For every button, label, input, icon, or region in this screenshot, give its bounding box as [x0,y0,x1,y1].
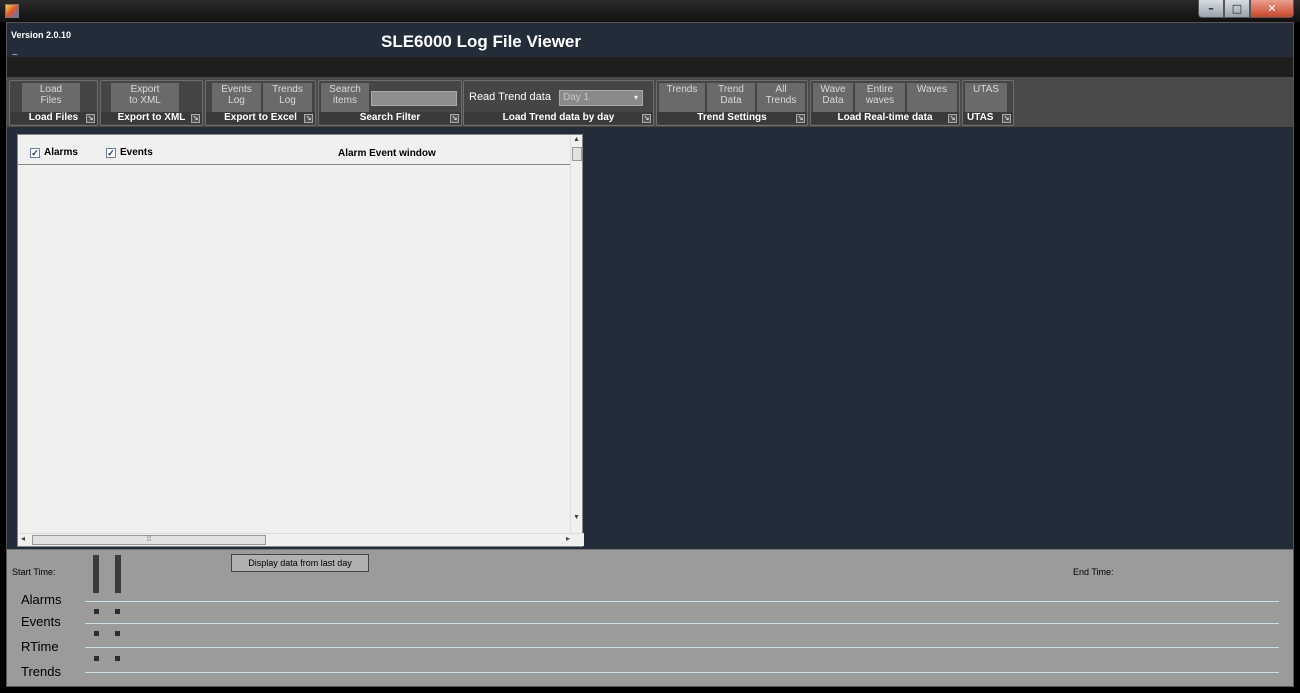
events-log-button[interactable]: Events Log [212,83,261,114]
search-input[interactable] [371,91,457,106]
timeline-dot [94,631,99,636]
ribbon: Load Files Load Files ↘ Export to XML Ex… [7,77,1293,128]
scroll-up-icon[interactable]: ▲ [573,136,580,143]
timeline-row-alarms: Alarms [21,592,62,607]
group-load-trend-by-day: Read Trend data Day 1 ▾ Load Trend data … [463,80,654,126]
trends-button[interactable]: Trends [659,83,705,114]
version-label: Version 2.0.10 [11,30,72,40]
trends-log-button[interactable]: Trends Log [263,83,312,114]
close-button[interactable]: ✕ [1250,0,1294,18]
timeline-line-alarms [85,601,1279,602]
timeline-row-events: Events [21,614,61,629]
events-checkbox[interactable]: ✓ Events [106,147,153,158]
group-title-export-xml: Export to XML [101,112,202,124]
group-title-load-files: Load Files [10,112,97,124]
group-title-export-excel: Export to Excel [206,112,315,124]
start-time-label: Start Time: [12,567,56,577]
start-marker-right[interactable] [115,555,121,593]
group-export-xml: Export to XML Export to XML ↘ [100,80,203,126]
group-title-search-filter: Search Filter [319,112,461,124]
day-select[interactable]: Day 1 ▾ [558,90,643,106]
group-load-files: Load Files Load Files ↘ [9,80,98,126]
vertical-scrollbar[interactable]: ▲ ▼ [570,135,582,535]
entire-waves-button[interactable]: Entire waves [855,83,905,114]
group-utas: UTAS UTAS ↘ [962,80,1014,126]
header: Version 2.0.10 SLE6000 Log File Viewer ~ [7,23,1293,61]
app-title: SLE6000 Log File Viewer [381,32,581,51]
alarms-checkbox[interactable]: ✓ Alarms [30,147,78,158]
group-trend-settings: Trends Trend Data All Trends Trend Setti… [656,80,808,126]
load-files-button[interactable]: Load Files [22,83,80,114]
timeline-dot [115,656,120,661]
menu-bar [7,57,1293,77]
load-realtime-launcher-icon[interactable]: ↘ [948,114,957,123]
check-icon: ✓ [106,147,116,158]
search-items-button[interactable]: Search items [321,83,369,114]
group-export-excel: Events Log Trends Log Export to Excel ↘ [205,80,316,126]
alarm-event-header: ✓ Alarms ✓ Events Alarm Event window [18,135,572,165]
wave-data-button[interactable]: Wave Data [813,83,853,114]
trend-settings-launcher-icon[interactable]: ↘ [796,114,805,123]
alarms-checkbox-label: Alarms [44,147,78,158]
horizontal-scrollbar[interactable]: ◂ ⦙⦙⦙ ▸ [18,533,584,546]
chevron-down-icon: ▾ [633,93,638,102]
start-marker-left[interactable] [93,555,99,593]
trend-data-button[interactable]: Trend Data [707,83,755,114]
display-last-day-button[interactable]: Display data from last day [231,554,369,572]
timeline-line-events [85,623,1279,624]
vertical-scroll-thumb[interactable] [572,147,582,161]
group-title-trend-settings: Trend Settings [657,112,807,124]
read-trend-label: Read Trend data [469,91,551,103]
horizontal-scroll-thumb[interactable]: ⦙⦙⦙ [32,535,266,545]
group-title-load-trend: Load Trend data by day [464,112,653,124]
timeline-dot [115,609,120,614]
end-time-label: End Time: [1073,567,1114,577]
app-icon [5,4,19,18]
timeline-row-trends: Trends [21,664,61,679]
utas-launcher-icon[interactable]: ↘ [1002,114,1011,123]
waves-button[interactable]: Waves [907,83,957,114]
timeline-line-trends [85,672,1279,673]
timeline-row-rtime: RTime [21,639,59,654]
window-titlebar: – □ ✕ [0,0,1300,22]
alarm-event-window-title: Alarm Event window [338,148,436,159]
scroll-down-icon[interactable]: ▼ [573,514,580,521]
group-load-realtime: Wave Data Entire waves Waves Load Real-t… [810,80,960,126]
timeline-dot [94,656,99,661]
alarm-event-panel: ✓ Alarms ✓ Events Alarm Event window ▲ ▼… [17,134,584,547]
load-files-launcher-icon[interactable]: ↘ [86,114,95,123]
load-trend-launcher-icon[interactable]: ↘ [642,114,651,123]
timeline-panel: Start Time: Display data from last day E… [7,549,1293,686]
group-title-load-realtime: Load Real-time data [811,112,959,124]
utas-button[interactable]: UTAS [965,83,1007,114]
export-xml-launcher-icon[interactable]: ↘ [191,114,200,123]
timeline-dot [115,631,120,636]
scroll-right-icon[interactable]: ▸ [566,534,570,543]
check-icon: ✓ [30,147,40,158]
export-excel-launcher-icon[interactable]: ↘ [304,114,313,123]
group-search-filter: Search items Search Filter ↘ [318,80,462,126]
timeline-line-rtime [85,647,1279,648]
maximize-button[interactable]: □ [1224,0,1250,18]
minimize-button[interactable]: – [1198,0,1224,18]
timeline-dot [94,609,99,614]
events-checkbox-label: Events [120,147,153,158]
scroll-left-icon[interactable]: ◂ [21,534,25,543]
export-xml-button[interactable]: Export to XML [111,83,179,114]
app-window: Version 2.0.10 SLE6000 Log File Viewer ~… [6,22,1294,687]
all-trends-button[interactable]: All Trends [757,83,805,114]
search-filter-launcher-icon[interactable]: ↘ [450,114,459,123]
day-select-value: Day 1 [562,92,590,103]
